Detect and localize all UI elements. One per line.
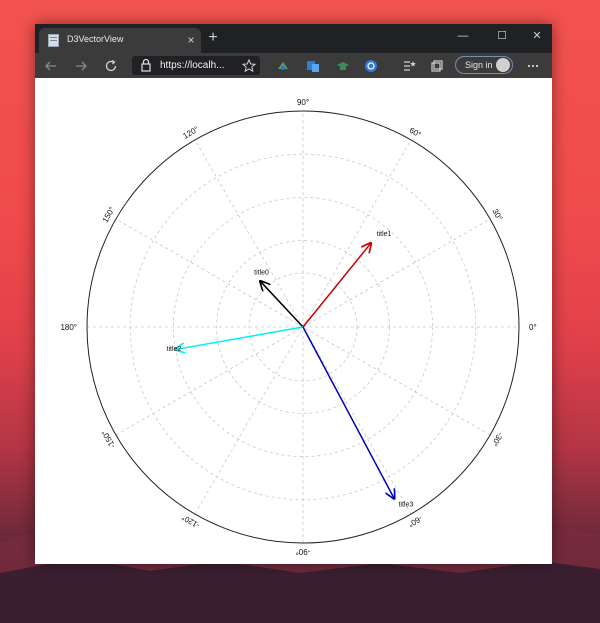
polar-vector-chart: 0°30°60°90°120°150°180°-150°-120°-90°-60… [60,98,537,556]
back-icon[interactable] [43,58,59,74]
translate-icon[interactable] [305,58,321,74]
angle-label: -60° [407,514,424,529]
favorites-list-icon[interactable] [401,58,417,74]
close-window-button[interactable]: ✕ [522,28,552,44]
favorite-star-icon[interactable] [241,58,257,74]
angle-label: 90° [297,98,309,107]
angle-label: 180° [60,323,77,332]
angle-label: -30° [490,431,505,448]
maximize-button[interactable]: ☐ [487,28,517,44]
sign-in-button[interactable]: Sign in [455,56,513,74]
sign-in-label: Sign in [465,60,493,70]
extension-icon[interactable] [275,58,291,74]
collections-icon[interactable] [429,58,445,74]
close-tab-icon[interactable]: × [184,33,198,47]
title-bar: D3VectorView × + — ☐ ✕ [35,24,552,53]
avatar-icon [496,58,510,72]
circle-extension-icon[interactable] [363,58,379,74]
page-icon [48,34,59,47]
browser-window: D3VectorView × + — ☐ ✕ https://localh... [35,24,552,564]
refresh-icon[interactable] [103,58,119,74]
vectors: title0 title1 title2 title3 [167,231,414,509]
angle-label: -90° [296,547,311,556]
minimize-button[interactable]: — [448,28,478,44]
angle-label: 30° [490,207,504,222]
graduation-icon[interactable] [335,58,351,74]
page-content: 0° 30° 60° 90° 120° 150° 180° -150° -120° -90° -60… [35,78,552,564]
angle-label: 60° [408,126,423,140]
vector-title1 [302,243,371,328]
new-tab-button[interactable]: + [205,30,221,46]
browser-tab[interactable]: D3VectorView × [39,28,201,53]
lock-icon [141,58,151,72]
angle-label: 0° [529,323,537,332]
angle-label: -120° [180,513,201,530]
vector-label: title1 [377,231,392,238]
vector-label: title3 [398,502,413,509]
forward-icon[interactable] [73,58,89,74]
vector-label: title2 [167,346,182,353]
url-text: https://localh... [160,60,225,71]
vector-title3 [302,326,394,499]
tab-title: D3VectorView [67,34,124,44]
vector-title0 [260,281,304,328]
vector-label: title0 [254,270,269,277]
toolbar: https://localh... Sign in [35,53,552,78]
more-icon[interactable] [525,58,541,74]
angle-label: -150° [100,429,117,450]
